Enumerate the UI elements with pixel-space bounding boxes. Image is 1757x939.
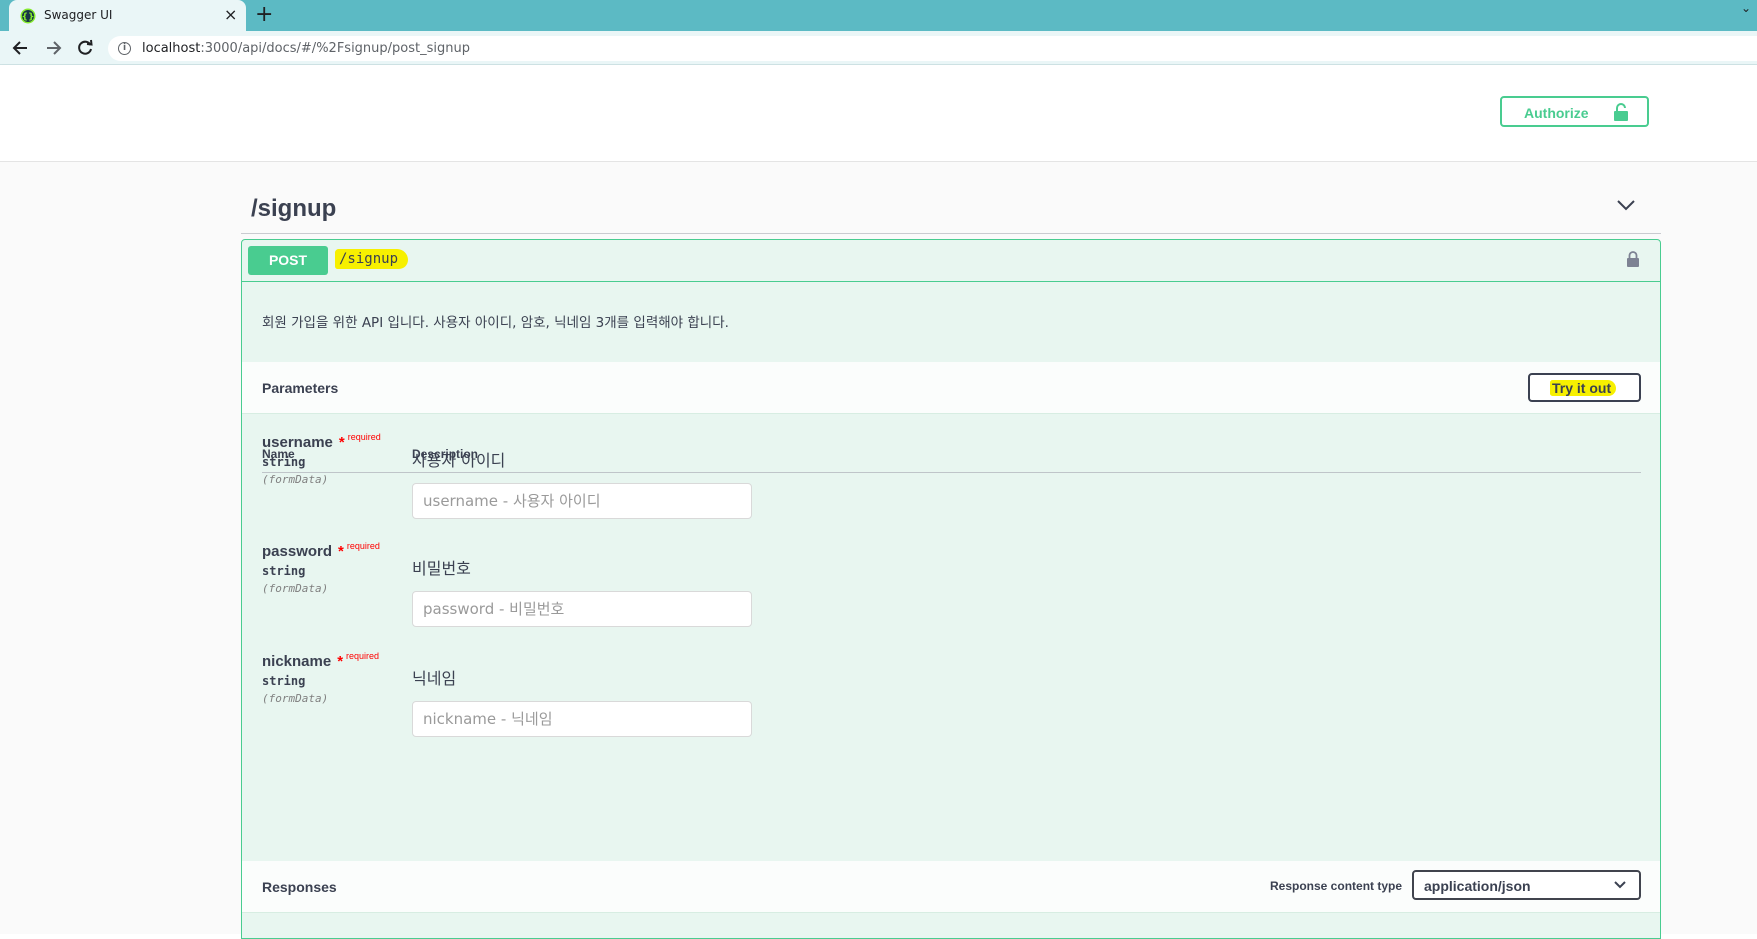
section-divider xyxy=(241,233,1661,234)
param-type-nickname: string xyxy=(262,674,306,688)
reload-icon[interactable] xyxy=(75,38,95,58)
opblock-summary[interactable]: POST /signup xyxy=(242,240,1660,282)
chevron-down-icon xyxy=(1614,881,1626,889)
username-input[interactable] xyxy=(412,483,752,519)
info-icon[interactable]: i xyxy=(118,42,131,55)
param-in-nickname: (formData) xyxy=(262,692,329,705)
param-name-password: password * required xyxy=(262,541,380,560)
try-it-out-button[interactable]: Try it out xyxy=(1528,373,1641,402)
param-name-text: password xyxy=(262,543,333,560)
param-description-password: 비밀번호 xyxy=(412,559,471,578)
response-content-type-select[interactable]: application/json xyxy=(1412,870,1641,900)
try-it-out-label: Try it out xyxy=(1550,380,1617,396)
parameters-title: Parameters xyxy=(262,380,339,396)
nickname-input[interactable] xyxy=(412,701,752,737)
authorize-button[interactable]: Authorize xyxy=(1500,96,1649,127)
opblock-post-signup: POST /signup 회원 가입을 위한 API 입니다. 사용자 아이디,… xyxy=(241,239,1661,939)
url-host: localhost xyxy=(142,41,201,56)
param-type-username: string xyxy=(262,455,306,469)
responses-header: Responses Response content type applicat… xyxy=(242,861,1660,913)
section-title[interactable]: /signup xyxy=(251,195,336,223)
param-name-username: username * required xyxy=(262,432,381,451)
param-in-password: (formData) xyxy=(262,582,329,595)
operation-path: /signup xyxy=(335,249,409,269)
param-name-text: nickname xyxy=(262,653,332,670)
method-badge: POST xyxy=(248,246,328,275)
required-star: * xyxy=(337,653,344,670)
operation-description: 회원 가입을 위한 API 입니다. 사용자 아이디, 암호, 닉네임 3개를 … xyxy=(262,315,729,331)
authorize-label: Authorize xyxy=(1524,105,1589,121)
browser-toolbar: i localhost:3000/api/docs/#/%2Fsignup/po… xyxy=(0,31,1757,65)
browser-tab-strip: {} Swagger UI × + ⌄ xyxy=(0,0,1757,31)
param-description-nickname: 닉네임 xyxy=(412,669,457,688)
forward-arrow-icon[interactable] xyxy=(43,38,63,58)
response-content-type-label: Response content type xyxy=(1270,879,1403,893)
back-arrow-icon[interactable] xyxy=(11,38,31,58)
swagger-favicon-icon: {} xyxy=(20,8,36,24)
tab-search-icon[interactable]: ⌄ xyxy=(1741,1,1751,15)
chevron-down-icon[interactable] xyxy=(1616,198,1636,212)
url-text[interactable]: localhost:3000/api/docs/#/%2Fsignup/post… xyxy=(142,41,470,56)
password-input[interactable] xyxy=(412,591,752,627)
tab-title: Swagger UI xyxy=(44,8,113,22)
required-label: required xyxy=(346,651,380,661)
param-name-nickname: nickname * required xyxy=(262,651,380,670)
required-star: * xyxy=(338,434,345,451)
response-content-type-value: application/json xyxy=(1424,878,1531,894)
address-bar[interactable]: i localhost:3000/api/docs/#/%2Fsignup/po… xyxy=(108,36,1757,61)
swagger-header: Authorize xyxy=(0,65,1757,162)
svg-text:{}: {} xyxy=(22,13,35,23)
param-description-username: 사용자 아이디 xyxy=(412,451,506,470)
url-path: :3000/api/docs/#/%2Fsignup/post_signup xyxy=(200,41,470,56)
param-type-password: string xyxy=(262,564,306,578)
param-name-text: username xyxy=(262,434,333,451)
new-tab-button[interactable]: + xyxy=(255,3,273,27)
parameters-header: Parameters Try it out xyxy=(242,362,1660,414)
responses-title: Responses xyxy=(262,879,337,895)
required-label: required xyxy=(347,432,381,442)
required-star: * xyxy=(338,543,344,560)
unlock-icon xyxy=(1614,103,1628,121)
lock-icon[interactable] xyxy=(1626,250,1640,268)
browser-tab-swagger-ui[interactable]: {} Swagger UI × xyxy=(9,0,246,31)
required-label: required xyxy=(346,541,380,551)
param-in-username: (formData) xyxy=(262,473,329,486)
tab-close-icon[interactable]: × xyxy=(224,6,237,24)
table-header-divider xyxy=(262,472,1641,473)
